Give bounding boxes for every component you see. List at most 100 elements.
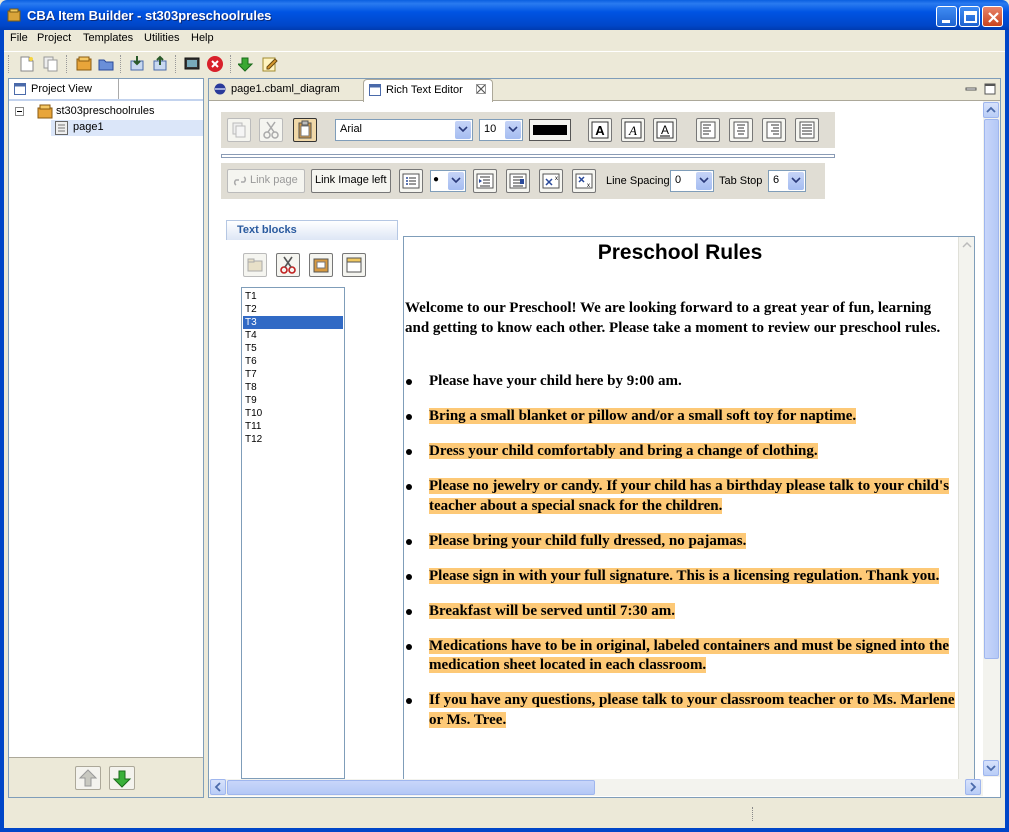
stop-icon[interactable] [206, 55, 224, 73]
underline-button[interactable]: A [653, 118, 677, 142]
editor-vertical-scrollbar[interactable] [983, 101, 1000, 777]
tree-page-node[interactable]: page1 [51, 120, 203, 136]
minimize-button[interactable] [936, 6, 957, 27]
run-arrow-icon[interactable] [238, 55, 256, 73]
justify-button[interactable] [795, 118, 819, 142]
project-icon[interactable] [75, 55, 93, 73]
list-item[interactable]: T8 [243, 381, 343, 394]
superscript-button[interactable]: x [539, 169, 563, 193]
chevron-down-icon [986, 765, 996, 772]
menu-utilities[interactable]: Utilities [144, 32, 179, 44]
align-left-button[interactable] [696, 118, 720, 142]
indent-button[interactable] [473, 169, 497, 193]
rule-item: Please bring your child fully dressed, n… [405, 532, 955, 552]
font-family-select[interactable]: Arial [335, 119, 473, 141]
text-color-button[interactable] [529, 119, 571, 141]
font-family-dropdown[interactable] [455, 121, 471, 139]
link-image-left-button[interactable]: Link Image left [311, 169, 391, 193]
tab-cbaml-diagram[interactable]: page1.cbaml_diagram [209, 79, 359, 101]
menu-templates[interactable]: Templates [83, 32, 133, 44]
move-up-button[interactable] [75, 766, 101, 790]
copy-button[interactable] [227, 118, 251, 142]
list-item[interactable]: T2 [243, 303, 343, 316]
tab-stop-dropdown[interactable] [788, 172, 804, 190]
menu-project[interactable]: Project [37, 32, 71, 44]
rule-item: Please sign in with your full signature.… [405, 567, 955, 587]
menu-help[interactable]: Help [191, 32, 214, 44]
scroll-up-button[interactable] [983, 102, 999, 118]
font-size-dropdown[interactable] [505, 121, 521, 139]
line-spacing-select[interactable]: 0 [670, 170, 714, 192]
list-item[interactable]: T5 [243, 342, 343, 355]
bullet-list-button[interactable] [399, 169, 423, 193]
outdent-button[interactable] [506, 169, 530, 193]
new-file-icon[interactable] [18, 55, 36, 73]
link-page-button[interactable]: Link page [227, 169, 305, 193]
align-right-icon [766, 121, 782, 139]
folder-icon [247, 258, 263, 272]
minimize-view-icon[interactable] [965, 83, 977, 95]
arrow-down-icon [112, 770, 132, 788]
paste-button[interactable] [293, 118, 317, 142]
align-right-button[interactable] [762, 118, 786, 142]
tab-close-icon[interactable] [476, 84, 486, 94]
indent-icon [476, 173, 494, 189]
bold-button[interactable]: A [588, 118, 612, 142]
preview-icon[interactable] [183, 55, 201, 73]
list-item[interactable]: T9 [243, 394, 343, 407]
copy-file-icon[interactable] [42, 55, 60, 73]
move-down-button[interactable] [109, 766, 135, 790]
list-item[interactable]: T12 [243, 433, 343, 446]
bullet-style-select[interactable]: ● [430, 170, 466, 192]
cut-button[interactable] [259, 118, 283, 142]
bullet-style-dropdown[interactable] [448, 172, 464, 190]
tab-stop-value: 6 [773, 174, 780, 186]
document-scrollbar[interactable] [958, 237, 974, 780]
font-size-select[interactable]: 10 [479, 119, 523, 141]
open-folder-icon[interactable] [97, 55, 115, 73]
list-item-selected[interactable]: T3 [243, 316, 343, 329]
text-blocks-tab[interactable]: Text blocks [226, 220, 398, 240]
export-icon[interactable] [151, 55, 169, 73]
align-center-icon [733, 121, 749, 139]
rule-item: Please no jewelry or candy. If your chil… [405, 477, 955, 516]
tab-stop-select[interactable]: 6 [768, 170, 806, 192]
align-center-button[interactable] [729, 118, 753, 142]
list-item[interactable]: T6 [243, 355, 343, 368]
import-icon[interactable] [128, 55, 146, 73]
tab-rich-text-editor[interactable]: Rich Text Editor [363, 79, 493, 102]
text-block-open-button[interactable] [243, 253, 267, 277]
subscript-button[interactable]: x [572, 169, 596, 193]
rule-text: If you have any questions, please talk t… [429, 692, 955, 728]
bullet-icon [406, 414, 412, 420]
rule-text: Bring a small blanket or pillow and/or a… [429, 408, 857, 424]
list-item[interactable]: T7 [243, 368, 343, 381]
line-spacing-dropdown[interactable] [696, 172, 712, 190]
list-item[interactable]: T10 [243, 407, 343, 420]
project-view-tab[interactable]: Project View [9, 79, 119, 99]
close-window-button[interactable] [982, 6, 1003, 27]
status-bar [4, 801, 1005, 828]
scroll-left-button[interactable] [210, 779, 226, 795]
editor-horizontal-scrollbar[interactable] [209, 779, 983, 796]
edit-note-icon[interactable] [261, 55, 279, 73]
maximize-view-icon[interactable] [984, 83, 996, 95]
text-block-paste-button[interactable] [309, 253, 333, 277]
vertical-scroll-thumb[interactable] [984, 119, 999, 659]
text-blocks-list[interactable]: T1 T2 T3 T4 T5 T6 T7 T8 T9 T10 T11 T12 [241, 287, 345, 779]
collapse-icon[interactable] [15, 107, 24, 116]
scroll-right-button[interactable] [965, 779, 981, 795]
list-item[interactable]: T11 [243, 420, 343, 433]
text-block-cut-button[interactable] [276, 253, 300, 277]
text-block-new-button[interactable] [342, 253, 366, 277]
menu-file[interactable]: File [10, 32, 28, 44]
list-item[interactable]: T4 [243, 329, 343, 342]
project-folder-icon [37, 104, 53, 119]
maximize-button[interactable] [959, 6, 980, 27]
horizontal-scroll-thumb[interactable] [227, 780, 595, 795]
scroll-up-icon[interactable] [960, 239, 974, 251]
list-item[interactable]: T1 [243, 290, 343, 303]
italic-button[interactable]: A [621, 118, 645, 142]
scroll-down-button[interactable] [983, 760, 999, 776]
document-editor[interactable]: Preschool Rules Welcome to our Preschool… [403, 236, 975, 781]
